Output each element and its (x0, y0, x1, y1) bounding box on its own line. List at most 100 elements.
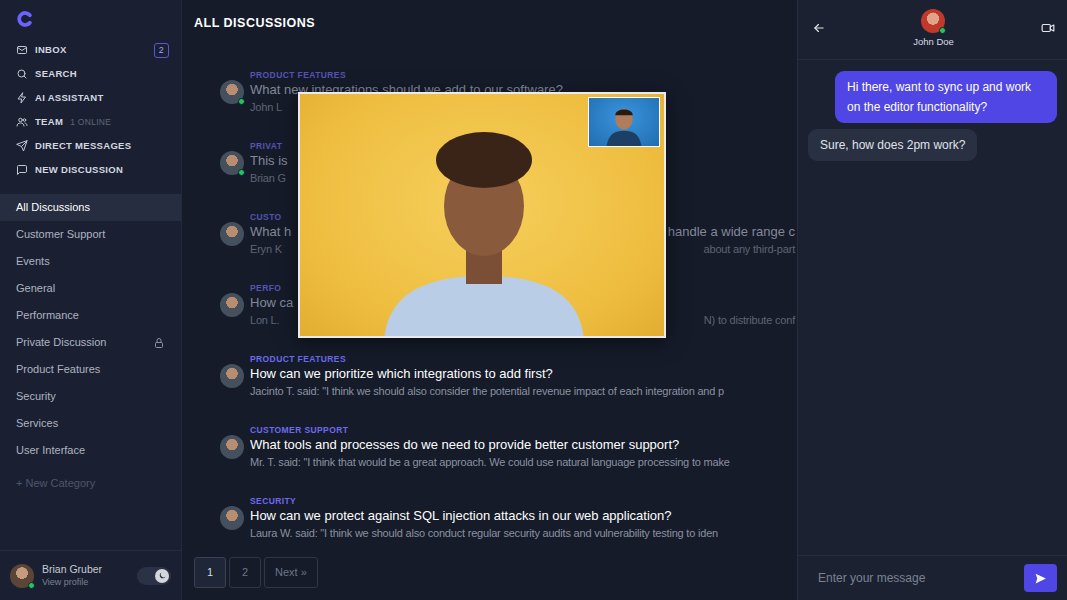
online-dot (939, 27, 946, 34)
back-button[interactable] (812, 18, 826, 42)
nav-label: NEW DISCUSSION (35, 163, 123, 177)
discussion-content: SECURITYHow can we protect against SQL i… (250, 495, 797, 541)
user-info: Brian GruberView profile (42, 563, 102, 588)
contact-avatar[interactable] (921, 9, 945, 33)
online-dot (238, 98, 245, 105)
nav-item[interactable]: NEW DISCUSSION (0, 158, 181, 182)
page-button[interactable]: 2 (229, 557, 261, 588)
page-label: 2 (242, 564, 248, 581)
page-label: 1 (207, 564, 213, 581)
category-label: All Discussions (16, 199, 90, 216)
author-avatar[interactable] (220, 80, 244, 104)
author-avatar[interactable] (220, 435, 244, 459)
self-video (588, 97, 660, 147)
category-item[interactable]: Security (0, 383, 181, 410)
envelope-icon (16, 44, 28, 56)
category-item[interactable]: General (0, 275, 181, 302)
message-bubble: Sure, how does 2pm work? (808, 129, 977, 161)
discussion-category[interactable]: SECURITY (250, 495, 797, 507)
page-button[interactable]: Next » (264, 557, 318, 588)
category-item[interactable]: Product Features (0, 356, 181, 383)
contact-name: John Doe (913, 35, 954, 49)
new-category-label: + New Category (16, 475, 95, 492)
toggle-knob (155, 569, 169, 583)
dark-mode-toggle[interactable] (137, 567, 171, 585)
nav-label: INBOX (35, 43, 67, 57)
discussion-content: PRODUCT FEATURESHow can we prioritize wh… (250, 353, 797, 399)
message-composer (798, 555, 1067, 600)
chat-header: John Doe (798, 0, 1067, 60)
discussion-area: ALL DISCUSSIONSPRODUCT FEATURESWhat new … (182, 0, 797, 600)
discussion-title-line: What tools and processes do we need to p… (250, 436, 797, 454)
discussion-category[interactable]: CUSTOMER SUPPORT (250, 424, 797, 436)
discussion-category[interactable]: PRODUCT FEATURES (250, 353, 797, 365)
nav-label: AI ASSISTANT (35, 91, 104, 105)
category-item[interactable]: All Discussions (0, 194, 181, 221)
discussion-title[interactable]: This is (250, 152, 288, 170)
view-profile-link[interactable]: View profile (42, 576, 102, 588)
bolt-icon (16, 92, 28, 104)
nav-item[interactable]: AI ASSISTANT (0, 86, 181, 110)
category-label: User Interface (16, 442, 85, 459)
nav-item[interactable]: SEARCH (0, 62, 181, 86)
chat-contact[interactable]: John Doe (913, 9, 954, 49)
online-dot (238, 169, 245, 176)
nav-item[interactable]: INBOX 2 (0, 38, 181, 62)
category-item[interactable]: Customer Support (0, 221, 181, 248)
nav-label: DIRECT MESSAGES (35, 139, 131, 153)
author-avatar[interactable] (220, 293, 244, 317)
logo-icon (16, 10, 34, 28)
category-label: Services (16, 415, 58, 432)
discussion-row[interactable]: SECURITYHow can we protect against SQL i… (182, 482, 797, 553)
user-name: Brian Gruber (42, 563, 102, 576)
user-avatar[interactable] (10, 564, 34, 588)
discussion-excerpt: Lon L. (250, 312, 279, 328)
category-item[interactable]: Services (0, 410, 181, 437)
discussion-excerpt: Eryn K (250, 241, 282, 257)
user-profile[interactable]: Brian GruberView profile (0, 550, 181, 600)
discussion-title[interactable]: What h (250, 223, 291, 241)
discussion-content: CUSTOMER SUPPORTWhat tools and processes… (250, 424, 797, 470)
category-label: Performance (16, 307, 79, 324)
chat-panel: John DoeHi there, want to sync up and wo… (797, 0, 1067, 600)
page-title: ALL DISCUSSIONS (182, 0, 797, 56)
pagination: 1 2 Next » (182, 557, 797, 600)
discussion-row[interactable]: CUSTOMER SUPPORTWhat tools and processes… (182, 411, 797, 482)
author-avatar[interactable] (220, 364, 244, 388)
discussion-excerpt-tail: about any third-part (704, 241, 797, 257)
nav-item[interactable]: TEAM1 ONLINE (0, 110, 181, 134)
category-item[interactable]: Events (0, 248, 181, 275)
category-label: Events (16, 253, 50, 270)
author-avatar[interactable] (220, 222, 244, 246)
discussion-excerpt-line: Jacinto T. said: "I think we should also… (250, 383, 797, 399)
discussion-category[interactable]: PRODUCT FEATURES (250, 69, 797, 81)
discussion-title[interactable]: How can we prioritize which integrations… (250, 365, 553, 383)
page-button[interactable]: 1 (194, 557, 226, 588)
discussion-title[interactable]: How can we protect against SQL injection… (250, 507, 672, 525)
nav-label: SEARCH (35, 67, 77, 81)
nav-item[interactable]: DIRECT MESSAGES (0, 134, 181, 158)
send-button[interactable] (1024, 564, 1057, 592)
category-item[interactable]: Performance (0, 302, 181, 329)
category-item[interactable]: Private Discussion (0, 329, 181, 356)
inbox-badge: 2 (154, 43, 169, 58)
discussion-title[interactable]: What tools and processes do we need to p… (250, 436, 679, 454)
search-icon (16, 68, 28, 80)
category-item[interactable]: User Interface (0, 437, 181, 464)
category-list: All Discussions Customer Support Events Gen… (0, 194, 181, 497)
video-call-window[interactable] (298, 92, 666, 338)
online-dot (28, 582, 35, 589)
page-label: Next » (275, 564, 307, 581)
message-input[interactable] (816, 568, 1016, 588)
discussion-excerpt: Brian G (250, 170, 286, 186)
logo[interactable] (0, 0, 181, 38)
discussion-title[interactable]: How ca (250, 294, 293, 312)
video-call-button[interactable] (1041, 18, 1055, 42)
new-category-button: + New Category (0, 470, 181, 497)
author-avatar[interactable] (220, 151, 244, 175)
author-avatar[interactable] (220, 506, 244, 530)
lock-icon (153, 337, 165, 349)
message-icon (16, 164, 28, 176)
discussion-row[interactable]: PRODUCT FEATURESHow can we prioritize wh… (182, 340, 797, 411)
discussion-excerpt: Jacinto T. said: "I think we should also… (250, 383, 724, 399)
